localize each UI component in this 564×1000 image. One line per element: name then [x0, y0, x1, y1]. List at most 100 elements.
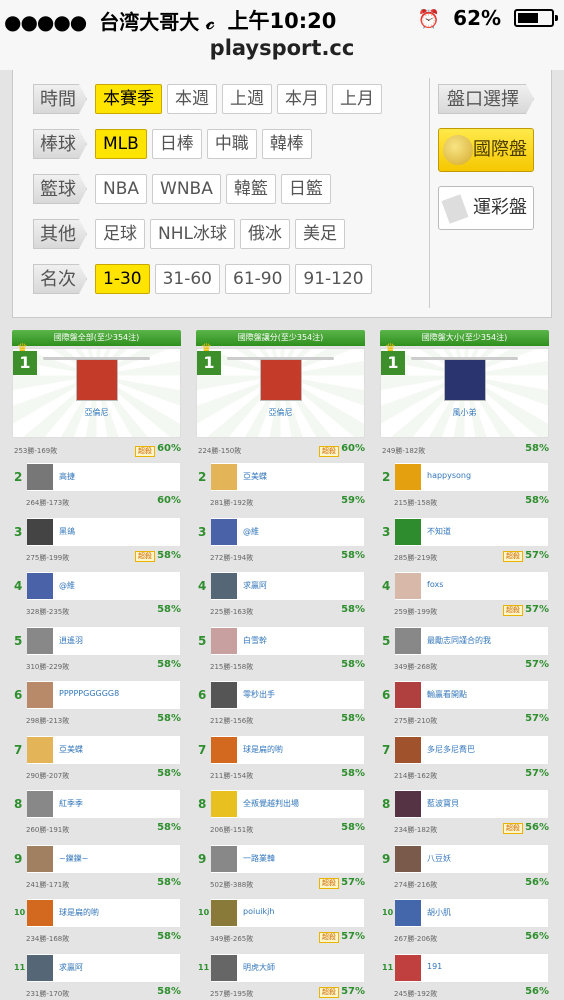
market-lottery-button[interactable]: 運彩盤 — [438, 186, 534, 230]
filter-option-button[interactable]: 1-30 — [95, 264, 150, 294]
avatar[interactable] — [211, 900, 237, 926]
player-card[interactable]: 明虎大師 — [210, 952, 365, 983]
list-item[interactable]: 11 191 245勝-192敗 56% — [380, 952, 549, 1000]
filter-option-button[interactable]: 美足 — [294, 219, 345, 249]
list-item[interactable]: 3 黑鴿 275勝-199敗 超殺 58% — [12, 516, 181, 572]
avatar[interactable] — [395, 464, 421, 490]
list-item[interactable]: 6 輸贏看開點 275勝-210敗 57% — [380, 680, 549, 735]
filter-option-button[interactable]: 本週 — [167, 84, 217, 114]
avatar[interactable] — [211, 682, 237, 708]
player-card[interactable]: 最勵志同謹合的我 — [394, 625, 549, 656]
player-card[interactable]: poiuikjh — [210, 898, 365, 928]
avatar[interactable] — [395, 682, 421, 708]
list-item[interactable]: 10 poiuikjh 349勝-265敗 超殺 57% — [196, 898, 365, 953]
player-name[interactable]: 球是扁的喲 — [243, 744, 283, 755]
list-item[interactable]: 2 happysong 215勝-158敗 58% — [380, 462, 549, 517]
player-name[interactable]: @維 — [59, 580, 75, 591]
filter-option-button[interactable]: NHL冰球 — [150, 219, 235, 249]
player-card[interactable]: 不知道 — [394, 516, 549, 547]
list-item[interactable]: 5 最勵志同謹合的我 349勝-268敗 57% — [380, 625, 549, 681]
player-name[interactable]: 不知道 — [427, 526, 451, 537]
player-name[interactable]: ~鑠鑠~ — [59, 853, 88, 864]
list-item[interactable]: 8 紅季季 260勝-191敗 58% — [12, 789, 181, 844]
list-item[interactable]: 11 求贏阿 231勝-170敗 58% — [12, 952, 181, 1000]
player-card[interactable]: 球是扁的喲 — [210, 734, 365, 765]
player-name[interactable]: 亞美蝶 — [243, 471, 267, 482]
player-card[interactable]: 亞美蝶 — [210, 462, 365, 492]
player-card[interactable]: 一路業韓 — [210, 843, 365, 874]
avatar[interactable] — [27, 627, 53, 654]
avatar[interactable] — [395, 736, 421, 763]
player-card[interactable]: 亞美蝶 — [26, 734, 181, 765]
list-item[interactable]: 11 明虎大師 257勝-195敗 超殺 57% — [196, 952, 365, 1000]
list-item[interactable]: 9 ~鑠鑠~ 241勝-171敗 58% — [12, 843, 181, 899]
player-card[interactable]: @維 — [26, 571, 181, 601]
avatar[interactable] — [395, 627, 421, 654]
player-card[interactable]: 零秒出手 — [210, 680, 365, 710]
filter-option-button[interactable]: 中職 — [206, 129, 257, 159]
top-rank-card[interactable]: ♛ 1 亞倫尼 — [196, 341, 365, 438]
filter-option-button[interactable]: 俄冰 — [239, 219, 290, 249]
player-name[interactable]: 黑鴿 — [59, 526, 75, 537]
player-name[interactable]: 八豆妖 — [427, 853, 451, 864]
player-name[interactable]: 紅季季 — [59, 798, 83, 809]
filter-option-button[interactable]: 足球 — [95, 219, 145, 249]
list-item[interactable]: 10 胡小肌 267勝-206敗 56% — [380, 898, 549, 953]
avatar[interactable] — [395, 900, 421, 926]
player-name[interactable]: poiuikjh — [243, 907, 274, 916]
player-name[interactable]: 高捷 — [59, 471, 75, 482]
list-item[interactable]: 5 逍遙羽 310勝-229敗 58% — [12, 625, 181, 681]
player-card[interactable]: 胡小肌 — [394, 898, 549, 928]
player-card[interactable]: 白雪幹 — [210, 625, 365, 656]
player-card[interactable]: ~鑠鑠~ — [26, 843, 181, 874]
player-card[interactable]: 球是扁的喲 — [26, 898, 181, 928]
list-item[interactable]: 6 零秒出手 212勝-156敗 58% — [196, 680, 365, 735]
list-item[interactable]: 7 多尼多尼喬巴 214勝-162敗 57% — [380, 734, 549, 790]
player-name[interactable]: 逍遙羽 — [59, 635, 83, 646]
player-name[interactable]: 胡小肌 — [427, 907, 451, 918]
list-item[interactable]: 8 全叛覺越判出場 206勝-151敗 58% — [196, 789, 365, 844]
player-name[interactable]: 求贏阿 — [243, 580, 267, 591]
avatar[interactable] — [211, 736, 237, 763]
player-name[interactable]: 亞倫尼 — [13, 407, 180, 418]
player-card[interactable]: 黑鴿 — [26, 516, 181, 547]
player-name[interactable]: PPPPPGGGGG8 — [59, 689, 119, 698]
avatar[interactable] — [395, 845, 421, 872]
player-card[interactable]: foxs — [394, 571, 549, 601]
list-item[interactable]: 4 foxs 259勝-199敗 超殺 57% — [380, 571, 549, 626]
list-item[interactable]: 2 高捷 264勝-173敗 60% — [12, 462, 181, 517]
avatar[interactable] — [27, 518, 53, 545]
filter-option-button[interactable]: 上週 — [222, 84, 272, 114]
player-name[interactable]: 最勵志同謹合的我 — [427, 635, 491, 646]
market-intl-button[interactable]: 國際盤 — [438, 128, 534, 172]
address-bar[interactable]: playsport.cc — [0, 34, 564, 70]
list-item[interactable]: 3 @維 272勝-194敗 58% — [196, 516, 365, 572]
avatar[interactable] — [395, 954, 421, 981]
avatar[interactable] — [211, 464, 237, 490]
list-item[interactable]: 9 八豆妖 274勝-216敗 56% — [380, 843, 549, 899]
player-card[interactable]: happysong — [394, 462, 549, 492]
player-name[interactable]: foxs — [427, 580, 443, 589]
player-name[interactable]: 191 — [427, 962, 442, 971]
player-name[interactable]: 多尼多尼喬巴 — [427, 744, 475, 755]
filter-option-button[interactable]: 日籃 — [280, 174, 331, 204]
avatar[interactable] — [443, 359, 486, 401]
filter-option-button[interactable]: 韓籃 — [225, 174, 276, 204]
filter-option-button[interactable]: 61-90 — [225, 264, 291, 294]
list-item[interactable]: 7 亞美蝶 290勝-207敗 58% — [12, 734, 181, 790]
avatar[interactable] — [211, 627, 237, 654]
player-card[interactable]: 全叛覺越判出場 — [210, 789, 365, 819]
filter-option-button[interactable]: NBA — [95, 174, 148, 204]
avatar[interactable] — [395, 573, 421, 599]
player-card[interactable]: 紅季季 — [26, 789, 181, 819]
player-name[interactable]: 亞倫尼 — [197, 407, 364, 418]
avatar[interactable] — [211, 845, 237, 872]
top-rank-card[interactable]: ♛ 1 亞倫尼 — [12, 341, 181, 438]
filter-option-button[interactable]: 31-60 — [154, 264, 220, 294]
filter-option-button[interactable]: MLB — [95, 129, 147, 159]
player-card[interactable]: 八豆妖 — [394, 843, 549, 874]
filter-option-button[interactable]: 韓棒 — [261, 129, 312, 159]
player-card[interactable]: 191 — [394, 952, 549, 983]
avatar[interactable] — [27, 954, 53, 981]
player-name[interactable]: 亞美蝶 — [59, 744, 83, 755]
